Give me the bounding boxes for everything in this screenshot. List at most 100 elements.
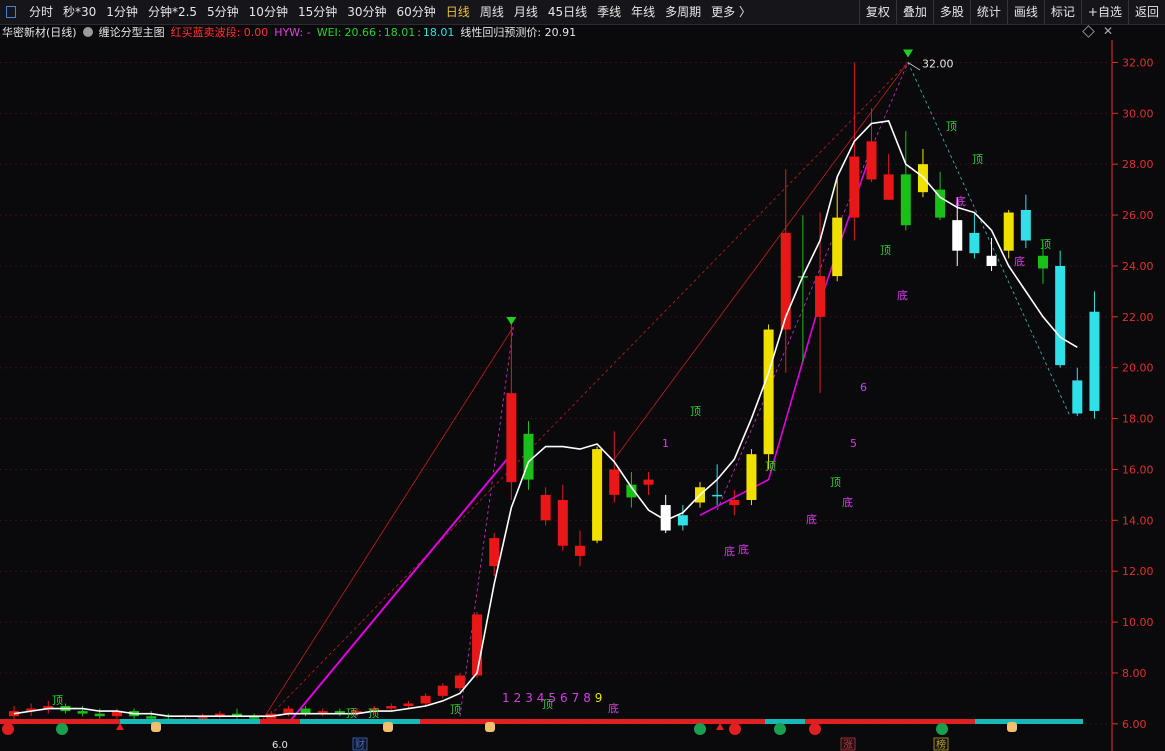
candle-body-56	[969, 232, 980, 254]
candle-body-31	[540, 494, 551, 521]
y-tick-label-2: 28.00	[1122, 158, 1154, 171]
trend-line-magenta	[289, 448, 517, 722]
signal-band-1	[120, 719, 260, 724]
count-label-4: 5	[548, 691, 556, 705]
candle-body-44	[763, 329, 774, 455]
hand-pointer-icon-1	[383, 722, 393, 732]
y-tick-label-10: 12.00	[1122, 565, 1154, 578]
top-marker-9: 顶	[368, 707, 379, 720]
count-label-8: 9	[595, 691, 603, 705]
signal-badge-icon-1	[56, 723, 68, 735]
candle-body-58	[1003, 212, 1014, 251]
signal-band-0	[0, 719, 120, 724]
bottom-marker-1: 底	[738, 542, 749, 556]
signal-band-2	[260, 719, 300, 724]
candle-body-60	[1038, 255, 1048, 269]
candle-body-63	[1089, 311, 1100, 411]
count-label-7: 8	[583, 691, 591, 705]
y-tick-label-5: 22.00	[1122, 311, 1154, 324]
down-arrow-icon-mid	[506, 316, 517, 325]
candle-body-47	[815, 276, 826, 317]
candle-body-26	[454, 675, 465, 689]
y-tick-label-11: 10.00	[1122, 616, 1154, 629]
count-label-extra-a: 6	[860, 381, 867, 394]
trend-line-red-dashed	[261, 62, 909, 725]
count-label-0: 1	[502, 691, 510, 705]
up-arrow-icon-1	[716, 723, 724, 730]
y-tick-label-6: 20.00	[1122, 362, 1154, 375]
top-marker-4: 顶	[880, 244, 891, 257]
signal-badge-icon-4	[774, 723, 786, 735]
y-tick-label-3: 26.00	[1122, 209, 1154, 222]
candle-body-57	[986, 255, 997, 266]
candle-body-5	[94, 713, 105, 717]
signal-band-5	[480, 719, 765, 724]
top-marker-1: 顶	[690, 405, 701, 418]
trend-line-magenta-dashed-2	[716, 62, 909, 511]
candle-body-24	[420, 695, 431, 704]
candle-body-42	[729, 499, 740, 506]
signal-band-6	[765, 719, 805, 724]
y-tick-label-7: 18.00	[1122, 413, 1154, 426]
top-marker-2: 顶	[765, 460, 776, 473]
bottom-marker-4: 底	[897, 288, 908, 302]
y-tick-label-4: 24.00	[1122, 260, 1154, 273]
signal-band-7	[805, 719, 975, 724]
top-marker-7: 顶	[1040, 238, 1051, 251]
top-marker-3: 顶	[830, 476, 841, 489]
bottom-marker-7: 底	[608, 701, 619, 715]
trend-line-red-2	[613, 62, 909, 460]
bottom-marker-0: 底	[724, 544, 735, 558]
candle-body-50	[866, 141, 877, 180]
bottom-marker-3: 底	[842, 495, 853, 509]
candlestick-chart[interactable]: 32.0030.0028.0026.0024.0022.0020.0018.00…	[0, 0, 1165, 751]
signal-badge-icon-2	[694, 723, 706, 735]
candle-body-59	[1020, 209, 1031, 241]
hand-pointer-icon-0	[151, 722, 161, 732]
bottom-marker-5: 底	[955, 194, 966, 208]
candle-body-43	[746, 454, 757, 500]
low-price-label: 6.0	[272, 740, 288, 751]
count-label-extra-c: 1	[662, 437, 669, 450]
signal-tag-2: 榜	[936, 738, 946, 751]
candle-body-25	[437, 685, 448, 696]
signal-badge-icon-3	[729, 723, 741, 735]
down-arrow-icon-high	[903, 49, 913, 58]
signal-tag-1: 涨	[843, 739, 853, 751]
candle-body-22	[386, 706, 397, 709]
top-marker-0: 顶	[52, 694, 63, 707]
count-label-1: 2	[514, 691, 522, 705]
candle-body-52	[900, 174, 911, 226]
candle-body-34	[592, 449, 603, 541]
hand-pointer-icon-2	[485, 722, 495, 732]
candle-body-55	[952, 220, 963, 251]
candle-body-8	[146, 716, 157, 719]
bottom-marker-2: 底	[806, 512, 817, 526]
candle-body-35	[609, 469, 620, 495]
count-label-3: 4	[537, 691, 545, 705]
candle-body-28	[489, 538, 500, 567]
signal-band-8	[975, 719, 1083, 724]
y-tick-label-12: 8.00	[1122, 667, 1147, 680]
up-arrow-icon-0	[116, 723, 124, 730]
candle-body-49	[849, 156, 860, 218]
y-tick-label-1: 30.00	[1122, 107, 1154, 120]
top-marker-6: 顶	[972, 153, 983, 166]
high-price-label: 32.00	[922, 57, 954, 70]
signal-band-4	[420, 719, 480, 724]
candle-body-29	[506, 393, 517, 483]
candle-body-53	[917, 164, 928, 193]
top-marker-5: 顶	[946, 120, 957, 133]
trend-line-magenta-dashed-1	[459, 326, 514, 717]
signal-band-3	[300, 719, 420, 724]
hand-pointer-icon-3	[1007, 722, 1017, 732]
count-label-2: 3	[525, 691, 533, 705]
top-marker-10: 顶	[450, 703, 461, 716]
candle-body-39	[677, 515, 688, 526]
candle-body-41	[712, 494, 723, 497]
candle-body-32	[557, 499, 568, 546]
candle-body-62	[1072, 380, 1083, 414]
candle-body-37	[643, 479, 654, 485]
candle-body-33	[574, 545, 585, 556]
count-label-6: 7	[572, 691, 580, 705]
